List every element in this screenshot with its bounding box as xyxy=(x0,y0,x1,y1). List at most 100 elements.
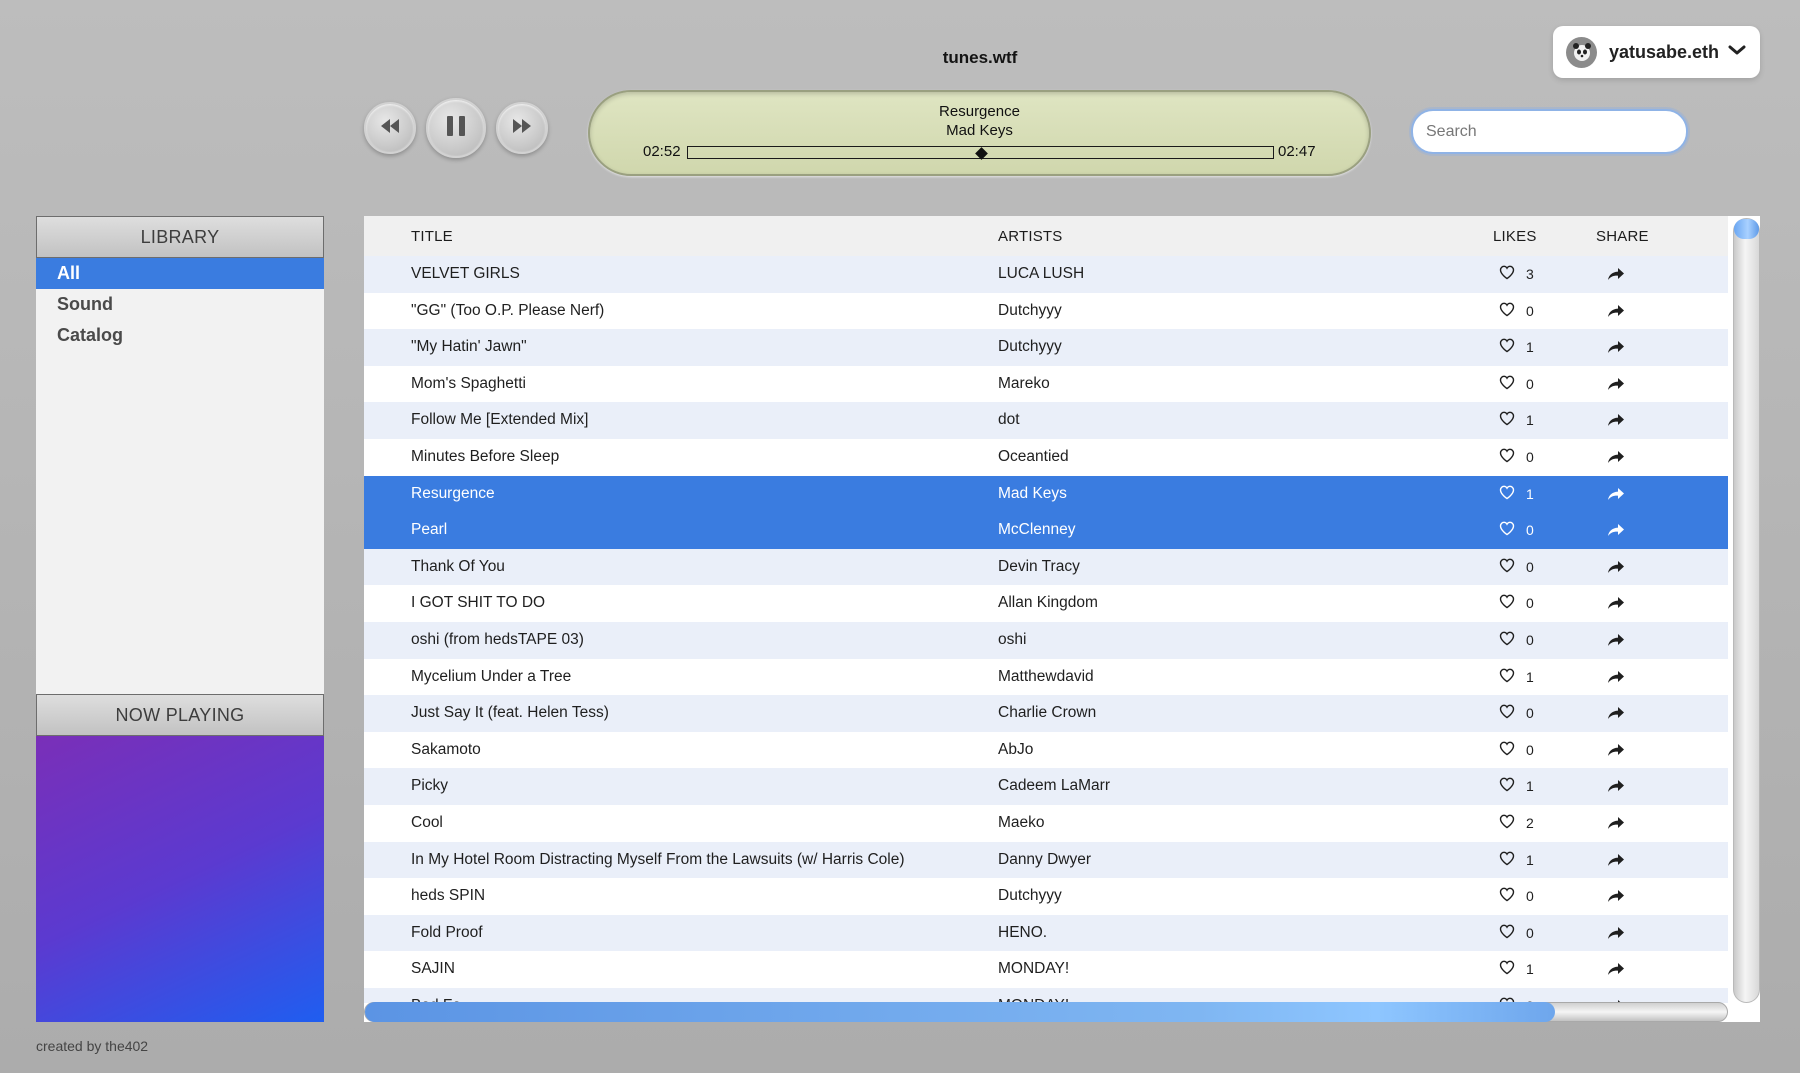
heart-icon[interactable] xyxy=(1499,265,1515,285)
table-row[interactable]: Resurgence Mad Keys 1 xyxy=(364,475,1728,513)
table-row[interactable]: VELVET GIRLS LUCA LUSH 3 xyxy=(364,256,1728,293)
table-row[interactable]: Thank Of You Devin Tracy 0 xyxy=(364,548,1728,586)
search-input[interactable] xyxy=(1411,109,1688,154)
pause-button[interactable] xyxy=(426,98,486,158)
vertical-scroll-track[interactable] xyxy=(1733,218,1760,1003)
heart-icon[interactable] xyxy=(1499,887,1515,907)
table-row[interactable]: Minutes Before Sleep Oceantied 0 xyxy=(364,438,1728,476)
track-artist[interactable]: Dutchyyy xyxy=(998,302,1062,320)
table-row[interactable]: In My Hotel Room Distracting Myself From… xyxy=(364,841,1728,879)
track-artist[interactable]: Devin Tracy xyxy=(998,558,1080,576)
share-icon[interactable] xyxy=(1607,706,1625,725)
heart-icon[interactable] xyxy=(1499,741,1515,761)
heart-icon[interactable] xyxy=(1499,668,1515,688)
table-row[interactable]: Bad Fa...MONDAY!0 xyxy=(364,987,1728,1003)
heart-icon[interactable] xyxy=(1499,411,1515,431)
progress-knob[interactable] xyxy=(974,147,988,160)
share-icon[interactable] xyxy=(1607,962,1625,981)
share-icon[interactable] xyxy=(1607,926,1625,945)
heart-icon[interactable] xyxy=(1499,777,1515,797)
table-row[interactable]: oshi (from hedsTAPE 03) oshi 0 xyxy=(364,621,1728,659)
heart-icon[interactable] xyxy=(1499,558,1515,578)
heart-icon[interactable] xyxy=(1499,631,1515,651)
share-icon[interactable] xyxy=(1607,413,1625,432)
library-item-sound[interactable]: Sound xyxy=(36,289,324,320)
share-icon[interactable] xyxy=(1607,853,1625,872)
track-artist[interactable]: LUCA LUSH xyxy=(998,265,1084,283)
rewind-button[interactable] xyxy=(364,102,416,154)
column-header-likes[interactable]: LIKES xyxy=(1493,228,1537,245)
table-row[interactable]: SAJIN MONDAY! 1 xyxy=(364,951,1728,988)
share-icon[interactable] xyxy=(1607,633,1625,652)
track-artist[interactable]: Matthewdavid xyxy=(998,668,1094,686)
table-row[interactable]: "GG" (Too O.P. Please Nerf) Dutchyyy 0 xyxy=(364,292,1728,330)
track-artist[interactable]: Oceantied xyxy=(998,448,1069,466)
vertical-scroll-thumb[interactable] xyxy=(1734,219,1759,239)
heart-icon[interactable] xyxy=(1499,704,1515,724)
horizontal-scrollbar[interactable] xyxy=(364,1002,1728,1022)
heart-icon[interactable] xyxy=(1499,338,1515,358)
heart-icon[interactable] xyxy=(1499,814,1515,834)
heart-icon[interactable] xyxy=(1499,448,1515,468)
share-icon[interactable] xyxy=(1607,304,1625,323)
table-row[interactable]: Cool Maeko 2 xyxy=(364,804,1728,842)
track-artist[interactable]: Dutchyyy xyxy=(998,887,1062,905)
heart-icon[interactable] xyxy=(1499,521,1515,541)
share-icon[interactable] xyxy=(1607,670,1625,689)
track-artist[interactable]: dot xyxy=(998,411,1020,429)
table-row[interactable]: Pearl McClenney 0 xyxy=(364,512,1728,549)
heart-icon[interactable] xyxy=(1499,960,1515,980)
table-row[interactable]: Picky Cadeem LaMarr 1 xyxy=(364,768,1728,805)
track-artist[interactable]: MONDAY! xyxy=(998,960,1069,978)
share-icon[interactable] xyxy=(1607,450,1625,469)
share-icon[interactable] xyxy=(1607,596,1625,615)
table-row[interactable]: heds SPIN Dutchyyy 0 xyxy=(364,878,1728,915)
table-row[interactable]: Mycelium Under a Tree Matthewdavid 1 xyxy=(364,658,1728,696)
column-header-title[interactable]: TITLE xyxy=(411,228,453,245)
share-icon[interactable] xyxy=(1607,779,1625,798)
chevron-down-icon[interactable] xyxy=(1728,43,1746,61)
track-artist[interactable]: McClenney xyxy=(998,521,1076,539)
share-icon[interactable] xyxy=(1607,560,1625,579)
share-icon[interactable] xyxy=(1607,340,1625,359)
table-row[interactable]: Mom's Spaghetti Mareko 0 xyxy=(364,365,1728,403)
heart-icon[interactable] xyxy=(1499,924,1515,944)
share-icon[interactable] xyxy=(1607,816,1625,835)
share-icon[interactable] xyxy=(1607,377,1625,396)
heart-icon[interactable] xyxy=(1499,302,1515,322)
share-icon[interactable] xyxy=(1607,267,1625,286)
heart-icon[interactable] xyxy=(1499,485,1515,505)
heart-icon[interactable] xyxy=(1499,594,1515,614)
track-artist[interactable]: Mad Keys xyxy=(998,485,1067,503)
heart-icon[interactable] xyxy=(1499,375,1515,395)
library-item-catalog[interactable]: Catalog xyxy=(36,320,324,351)
library-item-all[interactable]: All xyxy=(36,258,324,289)
table-row[interactable]: Follow Me [Extended Mix] dot 1 xyxy=(364,402,1728,439)
track-artist[interactable]: oshi xyxy=(998,631,1026,649)
share-icon[interactable] xyxy=(1607,889,1625,908)
share-icon[interactable] xyxy=(1607,487,1625,506)
share-icon[interactable] xyxy=(1607,743,1625,762)
track-artist[interactable]: HENO. xyxy=(998,924,1047,942)
track-artist[interactable]: Cadeem LaMarr xyxy=(998,777,1110,795)
table-row[interactable]: Fold Proof HENO. 0 xyxy=(364,914,1728,952)
column-header-artists[interactable]: ARTISTS xyxy=(998,228,1062,245)
progress-bar[interactable] xyxy=(687,146,1274,160)
track-artist[interactable]: Danny Dwyer xyxy=(998,851,1091,869)
vertical-scrollbar[interactable] xyxy=(1728,216,1760,1022)
track-artist[interactable]: Maeko xyxy=(998,814,1045,832)
track-artist[interactable]: Allan Kingdom xyxy=(998,594,1098,612)
track-artist[interactable]: Mareko xyxy=(998,375,1050,393)
table-row[interactable]: I GOT SHIT TO DO Allan Kingdom 0 xyxy=(364,585,1728,622)
fast-forward-button[interactable] xyxy=(496,102,548,154)
account-menu[interactable]: yatusabe.eth xyxy=(1553,26,1760,78)
table-row[interactable]: Just Say It (feat. Helen Tess) Charlie Cr… xyxy=(364,695,1728,732)
horizontal-scroll-thumb[interactable] xyxy=(365,1002,1555,1022)
column-header-share[interactable]: SHARE xyxy=(1596,228,1649,245)
share-icon[interactable] xyxy=(1607,523,1625,542)
table-row[interactable]: "My Hatin' Jawn" Dutchyyy 1 xyxy=(364,329,1728,366)
table-row[interactable]: Sakamoto AbJo 0 xyxy=(364,731,1728,769)
track-artist[interactable]: AbJo xyxy=(998,741,1033,759)
track-artist[interactable]: Dutchyyy xyxy=(998,338,1062,356)
heart-icon[interactable] xyxy=(1499,851,1515,871)
